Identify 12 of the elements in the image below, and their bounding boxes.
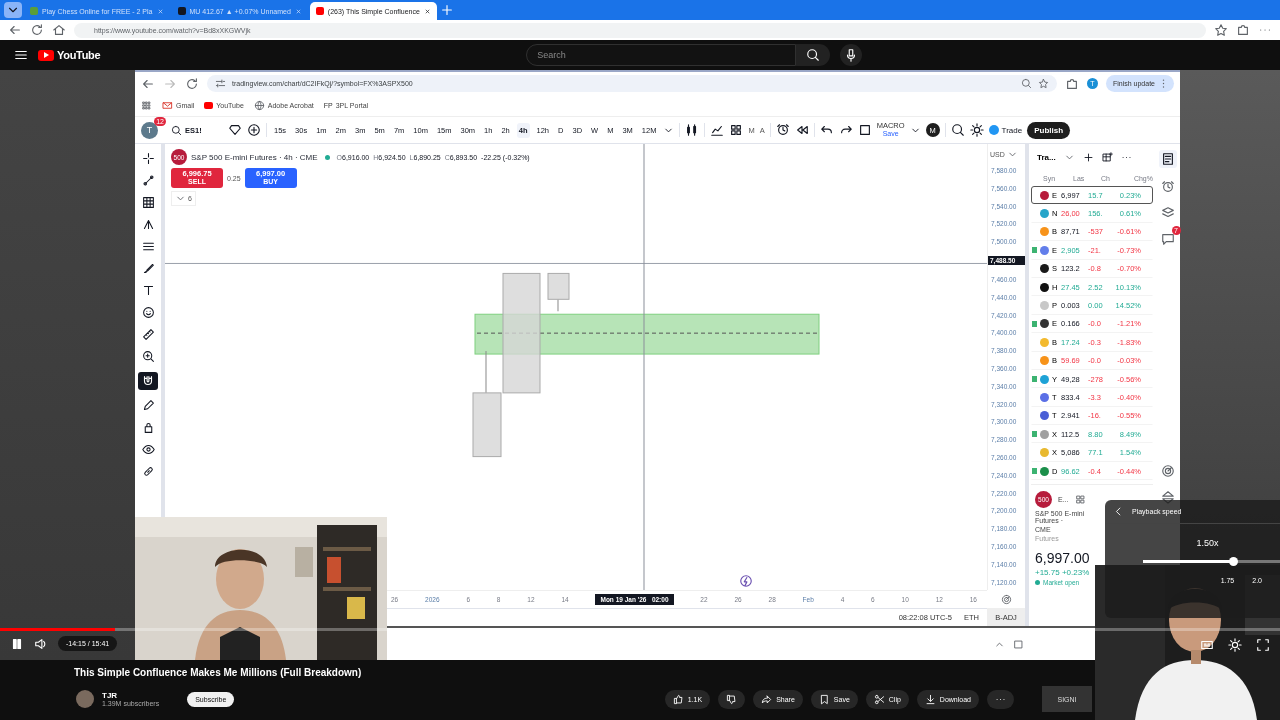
video-title: This Simple Confluence Makes Me Millions (Full Breakdown) [74,666,363,680]
symbol-title[interactable]: S&P 500 E-mini Futures · 4h · CME [191,152,318,162]
speed-value: 1.50x [1195,538,1220,548]
watchlist-name[interactable]: Tra... [1037,152,1056,162]
channel-name[interactable]: TJR [102,691,160,700]
search-field[interactable]: Search [526,44,797,66]
trade-button[interactable]: Trade [988,125,1023,135]
change-text: +15.75 +0.23% [1035,568,1091,578]
youtube-logo[interactable]: YouTube [38,49,101,61]
price-text: 6,997.00 [1035,550,1091,567]
user-avatar[interactable]: T [141,121,158,139]
publish-button[interactable]: Publish [1027,121,1071,139]
